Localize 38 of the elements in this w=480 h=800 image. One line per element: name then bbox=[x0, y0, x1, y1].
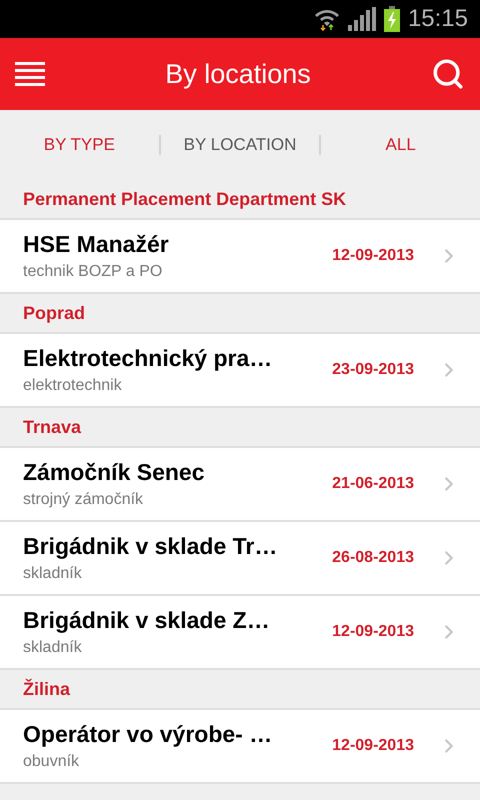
job-date: 26-08-2013 bbox=[332, 548, 414, 568]
job-title: Brigádnik v sklade Z… bbox=[23, 606, 271, 634]
job-title: Zámočník Senec bbox=[23, 458, 206, 486]
job-title: Brigádnik v sklade Tr… bbox=[23, 532, 278, 560]
job-subtitle: skladník bbox=[23, 564, 83, 584]
wifi-icon bbox=[314, 7, 340, 31]
signal-icon bbox=[348, 7, 376, 31]
job-row[interactable]: Brigádnik v sklade Tr… skladník 26-08-2013 bbox=[0, 522, 480, 596]
job-row[interactable]: Elektrotechnický pra… elektrotechnik 23-09-2013 bbox=[0, 334, 480, 408]
job-date: 23-09-2013 bbox=[332, 360, 414, 380]
job-title: HSE Manažér bbox=[23, 230, 170, 258]
job-subtitle: obuvník bbox=[23, 752, 80, 772]
job-date: 12-09-2013 bbox=[332, 622, 414, 642]
clock: 15:15 bbox=[408, 4, 468, 34]
job-date: 12-09-2013 bbox=[332, 246, 414, 266]
job-subtitle: skladník bbox=[23, 638, 83, 658]
screen-title: By locations bbox=[164, 58, 312, 91]
battery-icon bbox=[384, 6, 400, 32]
job-subtitle: technik BOZP a PO bbox=[23, 262, 164, 282]
filter-tab[interactable]: BY LOCATION bbox=[160, 132, 320, 158]
filter-tab[interactable]: BY TYPE bbox=[0, 132, 159, 158]
job-subtitle: strojný zámočník bbox=[23, 490, 144, 510]
section-header: Poprad bbox=[23, 302, 86, 325]
job-title: Operátor vo výrobe- … bbox=[23, 720, 274, 748]
job-row[interactable]: Operátor vo výrobe- … obuvník 12-09-2013 bbox=[0, 710, 480, 784]
job-title: Elektrotechnický pra… bbox=[23, 344, 274, 372]
filter-tab[interactable]: ALL bbox=[321, 132, 480, 158]
search-icon bbox=[431, 57, 465, 91]
menu-icon bbox=[15, 60, 45, 88]
section-header: Permanent Placement Department SK bbox=[23, 188, 346, 211]
job-row[interactable]: HSE Manažér technik BOZP a PO 12-09-2013 bbox=[0, 220, 480, 294]
job-date: 12-09-2013 bbox=[332, 736, 414, 756]
section-header: Trnava bbox=[23, 416, 82, 438]
section-header: Žilina bbox=[23, 678, 70, 700]
job-row[interactable]: Brigádnik v sklade Z… skladník 12-09-2013 bbox=[0, 596, 480, 670]
job-row[interactable]: Zámočník Senec strojný zámočník 21-06-2013 bbox=[0, 448, 480, 522]
job-date: 21-06-2013 bbox=[332, 474, 414, 494]
job-subtitle: elektrotechnik bbox=[23, 376, 123, 396]
